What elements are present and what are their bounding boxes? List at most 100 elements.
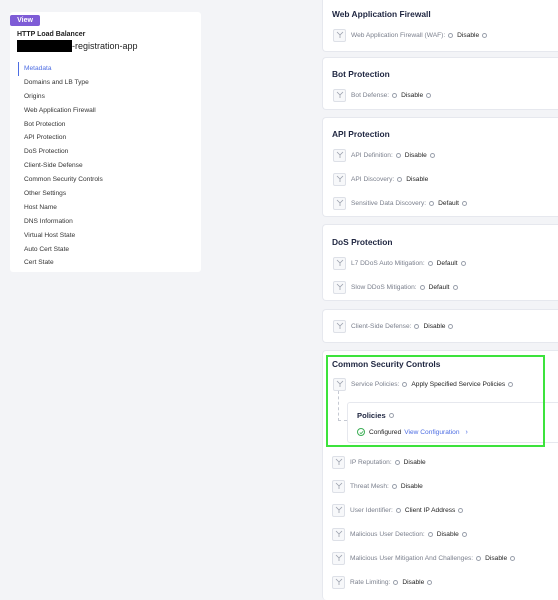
details-column: Web Application Firewall Web Application… (322, 0, 558, 600)
info-icon[interactable] (448, 32, 454, 38)
info-icon[interactable] (429, 152, 435, 158)
nav-item-waf[interactable]: Web Application Firewall (18, 104, 198, 118)
nav-item-host-name[interactable]: Host Name (18, 201, 198, 215)
nav-item-virtual-host-state[interactable]: Virtual Host State (18, 229, 198, 243)
ip-reputation-label: IP Reputation: (350, 458, 392, 466)
dos-title: DoS Protection (332, 237, 393, 247)
lb-type-label: HTTP Load Balancer (17, 31, 86, 38)
nav-item-dos-protection[interactable]: DoS Protection (18, 145, 198, 159)
lb-name-suffix: -registration-app (72, 41, 138, 51)
bot-title: Bot Protection (332, 69, 390, 79)
fork-icon (332, 575, 345, 589)
ip-reputation-value: Disable (403, 458, 426, 466)
info-icon[interactable] (393, 579, 399, 585)
nav-item-client-side-defense[interactable]: Client-Side Defense (18, 159, 198, 173)
fork-icon (332, 551, 345, 565)
fork-icon (333, 148, 346, 162)
user-identifier-label: User Identifier: (350, 506, 393, 514)
api-discovery-row: API Discovery: Disable (333, 172, 428, 186)
nav-item-other-settings[interactable]: Other Settings (18, 187, 198, 201)
fork-icon (332, 527, 345, 541)
nav-item-api-protection[interactable]: API Protection (18, 131, 198, 145)
malicious-user-mitigation-row: Malicious User Mitigation And Challenges… (332, 551, 519, 565)
sensitive-data-value: Default (438, 199, 460, 207)
waf-title: Web Application Firewall (332, 9, 431, 19)
info-icon[interactable] (397, 176, 403, 182)
api-definition-row: API Definition: Disable (333, 148, 439, 162)
info-icon[interactable] (427, 531, 433, 537)
info-icon[interactable] (510, 555, 516, 561)
waf-label: Web Application Firewall (WAF): (351, 31, 446, 39)
info-icon[interactable] (394, 459, 400, 465)
info-icon[interactable] (395, 152, 401, 158)
fork-icon (332, 503, 345, 517)
lb-name: -registration-app (17, 40, 138, 52)
fork-icon (333, 88, 346, 102)
section-nav: Metadata Domains and LB Type Origins Web… (18, 62, 198, 270)
info-icon[interactable] (476, 555, 482, 561)
nav-item-origins[interactable]: Origins (18, 90, 198, 104)
rate-limiting-label: Rate Limiting: (350, 578, 391, 586)
fork-icon (333, 172, 346, 186)
waf-row: Web Application Firewall (WAF): Disable (333, 28, 491, 42)
threat-mesh-label: Threat Mesh: (350, 482, 389, 490)
info-icon[interactable] (452, 284, 458, 290)
l7-ddos-row: L7 DDoS Auto Mitigation: Default (333, 256, 470, 270)
bot-defense-label: Bot Defense: (351, 91, 390, 99)
api-discovery-label: API Discovery: (351, 175, 395, 183)
info-icon[interactable] (448, 323, 454, 329)
fork-icon (333, 319, 346, 333)
slow-ddos-value: Default (428, 283, 450, 291)
bot-protection-card: Bot Protection Bot Defense: Disable (322, 57, 558, 110)
info-icon[interactable] (429, 200, 435, 206)
l7-ddos-value: Default (436, 259, 458, 267)
sensitive-data-label: Sensitive Data Discovery: (351, 199, 427, 207)
client-side-defense-card: Client-Side Defense: Disable (322, 309, 558, 343)
view-badge: View (10, 15, 40, 26)
fork-icon (332, 455, 345, 469)
nav-item-dns-information[interactable]: DNS Information (18, 215, 198, 229)
malicious-user-detection-value: Disable (436, 530, 459, 538)
info-icon[interactable] (482, 32, 488, 38)
info-icon[interactable] (395, 507, 401, 513)
info-icon[interactable] (426, 92, 432, 98)
info-icon[interactable] (391, 483, 397, 489)
slow-ddos-label: Slow DDoS Mitigation: (351, 283, 417, 291)
nav-item-common-security-controls[interactable]: Common Security Controls (18, 173, 198, 187)
user-identifier-value: Client IP Address (404, 506, 456, 514)
malicious-user-detection-row: Malicious User Detection: Disable (332, 527, 471, 541)
user-identifier-row: User Identifier: Client IP Address (332, 503, 467, 517)
client-side-defense-label: Client-Side Defense: (351, 322, 412, 330)
nav-item-metadata[interactable]: Metadata (18, 62, 198, 76)
info-icon[interactable] (392, 92, 398, 98)
info-icon[interactable] (462, 200, 468, 206)
rate-limiting-value: Disable (402, 578, 425, 586)
sensitive-data-discovery-row: Sensitive Data Discovery: Default (333, 196, 471, 210)
api-discovery-value: Disable (406, 175, 429, 183)
ip-reputation-row: IP Reputation: Disable (332, 455, 426, 469)
api-definition-label: API Definition: (351, 151, 393, 159)
nav-item-auto-cert-state[interactable]: Auto Cert State (18, 243, 198, 257)
fork-icon (333, 280, 346, 294)
nav-item-bot-protection[interactable]: Bot Protection (18, 118, 198, 132)
info-icon[interactable] (461, 531, 467, 537)
info-icon[interactable] (427, 260, 433, 266)
slow-ddos-row: Slow DDoS Mitigation: Default (333, 280, 462, 294)
nav-item-cert-state[interactable]: Cert State (18, 256, 198, 270)
waf-value: Disable (457, 31, 480, 39)
client-side-defense-value: Disable (423, 322, 446, 330)
client-side-defense-row: Client-Side Defense: Disable (333, 319, 457, 333)
rate-limiting-row: Rate Limiting: Disable (332, 575, 436, 589)
load-balancer-summary-panel: View HTTP Load Balancer -registration-ap… (10, 12, 201, 272)
bot-defense-row: Bot Defense: Disable (333, 88, 435, 102)
info-icon[interactable] (460, 260, 466, 266)
fork-icon (333, 256, 346, 270)
l7-ddos-label: L7 DDoS Auto Mitigation: (351, 259, 425, 267)
info-icon[interactable] (427, 579, 433, 585)
info-icon[interactable] (414, 323, 420, 329)
api-definition-value: Disable (404, 151, 427, 159)
info-icon[interactable] (458, 507, 464, 513)
nav-item-domains[interactable]: Domains and LB Type (18, 76, 198, 90)
info-icon[interactable] (419, 284, 425, 290)
threat-mesh-value: Disable (400, 482, 423, 490)
